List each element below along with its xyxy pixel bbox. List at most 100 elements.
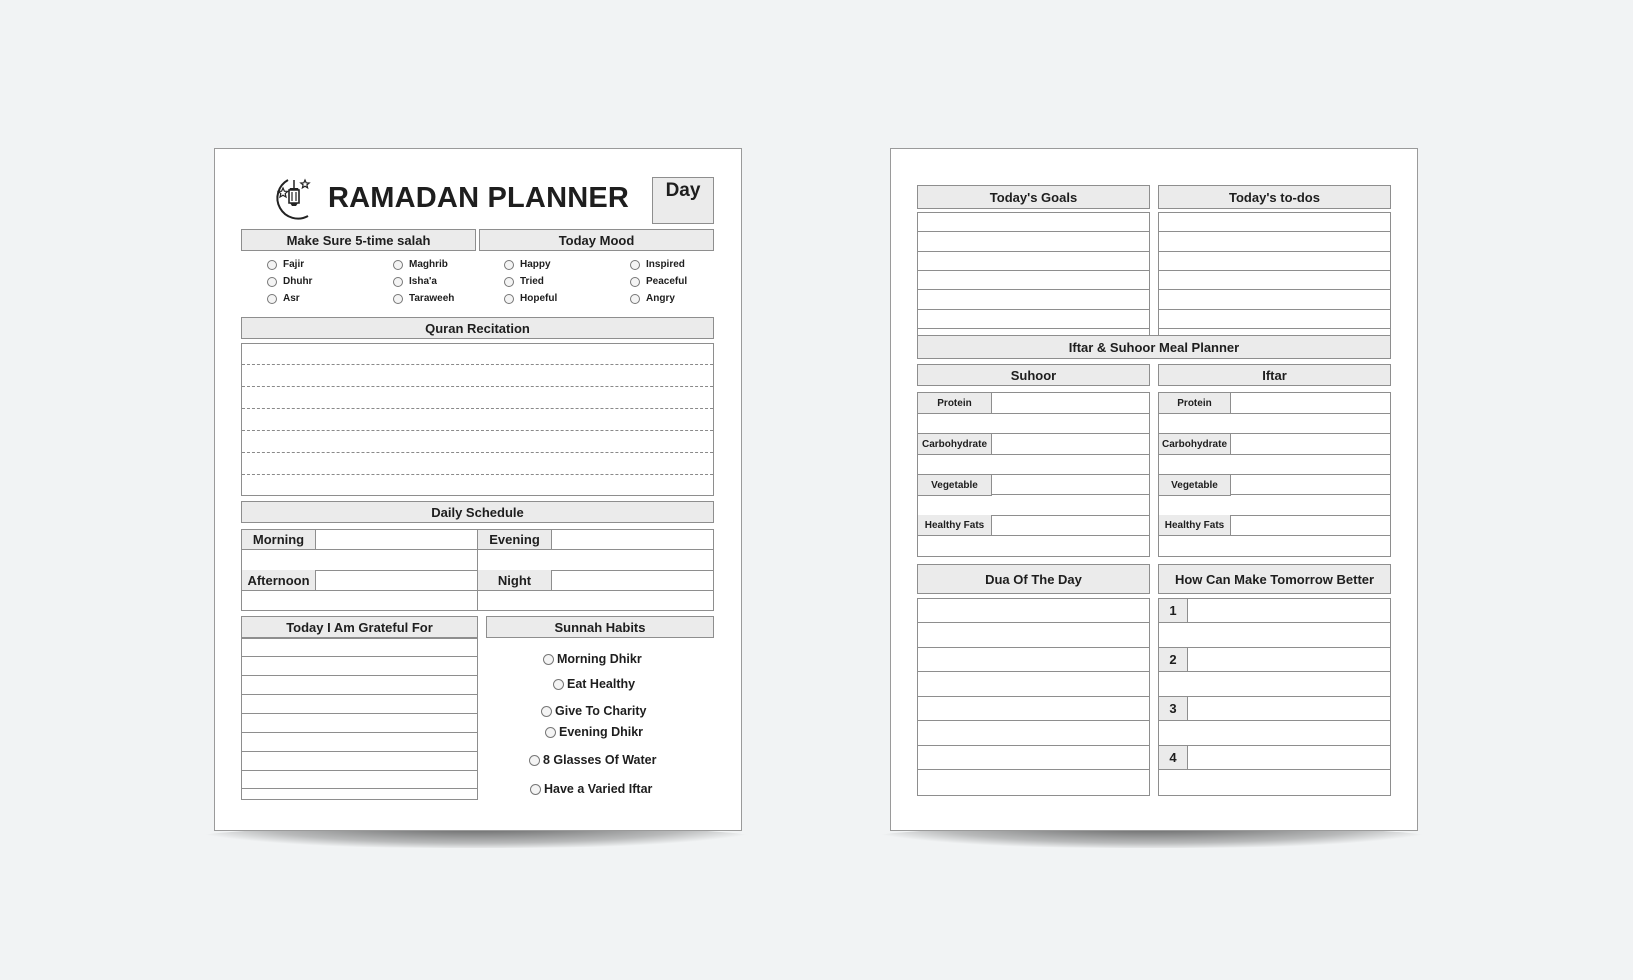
row-line bbox=[242, 751, 477, 752]
suhoor-label-carbohydrate: Carbohydrate bbox=[918, 434, 992, 455]
dashed-line bbox=[242, 408, 713, 409]
tomorrow-number-4: 4 bbox=[1159, 746, 1188, 770]
row-line bbox=[1159, 231, 1390, 232]
mood-option-hopeful[interactable]: Hopeful bbox=[504, 293, 557, 304]
iftar-label-carbohydrate: Carbohydrate bbox=[1159, 434, 1231, 455]
radio-button[interactable] bbox=[267, 259, 277, 270]
row-line bbox=[242, 656, 477, 657]
salah-option-ishaa[interactable]: Isha'a bbox=[393, 276, 437, 287]
radio-button[interactable] bbox=[504, 276, 514, 287]
grateful-header: Today I Am Grateful For bbox=[241, 616, 478, 638]
habit-eat-healthy[interactable]: Eat Healthy bbox=[553, 677, 635, 691]
row-line bbox=[1159, 720, 1390, 721]
iftar-label-healthy-fats: Healthy Fats bbox=[1159, 515, 1231, 536]
iftar-label-vegetable: Vegetable bbox=[1159, 475, 1231, 496]
suhoor-label-vegetable: Vegetable bbox=[918, 475, 992, 496]
radio-button[interactable] bbox=[541, 705, 552, 717]
tomorrow-number-1: 1 bbox=[1159, 599, 1188, 623]
row-line bbox=[242, 675, 477, 676]
suhoor-table: Protein Carbohydrate Vegetable Healthy F… bbox=[917, 392, 1150, 557]
row-line bbox=[242, 694, 477, 695]
radio-button[interactable] bbox=[553, 678, 564, 690]
row-line bbox=[918, 647, 1149, 648]
row-line bbox=[1159, 289, 1390, 290]
iftar-header: Iftar bbox=[1158, 364, 1391, 386]
mood-option-tried[interactable]: Tried bbox=[504, 276, 544, 287]
row-line bbox=[918, 309, 1149, 310]
habit-water[interactable]: 8 Glasses Of Water bbox=[529, 753, 656, 767]
row-line bbox=[1159, 647, 1390, 648]
meal-planner-header: Iftar & Suhoor Meal Planner bbox=[917, 335, 1391, 359]
tomorrow-header: How Can Make Tomorrow Better bbox=[1158, 564, 1391, 594]
radio-button[interactable] bbox=[393, 293, 403, 304]
row-line bbox=[1159, 671, 1390, 672]
mood-option-angry[interactable]: Angry bbox=[630, 293, 675, 304]
iftar-table: Protein Carbohydrate Vegetable Healthy F… bbox=[1158, 392, 1391, 557]
row-line bbox=[918, 289, 1149, 290]
planner-page-left: RAMADAN PLANNER Day Make Sure 5-time sal… bbox=[214, 148, 742, 831]
radio-button[interactable] bbox=[267, 276, 277, 287]
todos-header: Today's to-dos bbox=[1158, 185, 1391, 209]
radio-button[interactable] bbox=[543, 653, 554, 665]
radio-button[interactable] bbox=[630, 293, 640, 304]
mood-option-peaceful[interactable]: Peaceful bbox=[630, 276, 687, 287]
quran-writing-area[interactable] bbox=[241, 343, 714, 496]
mood-option-happy[interactable]: Happy bbox=[504, 259, 551, 270]
salah-option-fajir[interactable]: Fajir bbox=[267, 259, 304, 270]
row-line bbox=[1159, 622, 1390, 623]
schedule-label-evening: Evening bbox=[478, 530, 552, 550]
mood-option-inspired[interactable]: Inspired bbox=[630, 259, 685, 270]
dua-writing-area[interactable] bbox=[917, 598, 1150, 796]
suhoor-label-protein: Protein bbox=[918, 393, 992, 414]
salah-option-maghrib[interactable]: Maghrib bbox=[393, 259, 448, 270]
schedule-header: Daily Schedule bbox=[241, 501, 714, 523]
row-line bbox=[1159, 696, 1390, 697]
salah-option-asr[interactable]: Asr bbox=[267, 293, 300, 304]
salah-option-taraweeh[interactable]: Taraweeh bbox=[393, 293, 454, 304]
mood-header: Today Mood bbox=[479, 229, 714, 251]
day-label: Day bbox=[665, 180, 701, 201]
radio-button[interactable] bbox=[530, 783, 541, 795]
row-line bbox=[1159, 769, 1390, 770]
habit-morning-dhikr[interactable]: Morning Dhikr bbox=[543, 652, 642, 666]
radio-button[interactable] bbox=[630, 259, 640, 270]
day-field[interactable]: Day bbox=[652, 177, 714, 224]
dashed-line bbox=[242, 364, 713, 365]
habit-varied-iftar[interactable]: Have a Varied Iftar bbox=[530, 782, 652, 796]
row-line bbox=[918, 231, 1149, 232]
dua-header: Dua Of The Day bbox=[917, 564, 1150, 594]
suhoor-label-healthy-fats: Healthy Fats bbox=[918, 515, 992, 536]
row-line bbox=[242, 713, 477, 714]
radio-button[interactable] bbox=[545, 726, 556, 738]
radio-button[interactable] bbox=[393, 276, 403, 287]
radio-button[interactable] bbox=[504, 293, 514, 304]
tomorrow-number-2: 2 bbox=[1159, 648, 1188, 672]
dashed-line bbox=[242, 430, 713, 431]
row-line bbox=[918, 745, 1149, 746]
habit-give-to-charity[interactable]: Give To Charity bbox=[541, 704, 646, 718]
quran-header: Quran Recitation bbox=[241, 317, 714, 339]
planner-page-right: Today's Goals Today's to-dos Iftar & Suh… bbox=[890, 148, 1418, 831]
tomorrow-number-3: 3 bbox=[1159, 697, 1188, 721]
row-line bbox=[1159, 251, 1390, 252]
row-line bbox=[918, 696, 1149, 697]
grateful-writing-area[interactable] bbox=[241, 638, 478, 800]
row-line bbox=[1159, 328, 1390, 329]
crescent-moon-lantern-icon bbox=[268, 176, 312, 222]
habit-evening-dhikr[interactable]: Evening Dhikr bbox=[545, 725, 643, 739]
row-line bbox=[242, 788, 477, 789]
row-line bbox=[1159, 270, 1390, 271]
row-line bbox=[918, 622, 1149, 623]
radio-button[interactable] bbox=[393, 259, 403, 270]
row-line bbox=[242, 770, 477, 771]
tomorrow-list[interactable]: 1 2 3 4 bbox=[1158, 598, 1391, 796]
salah-option-dhuhr[interactable]: Dhuhr bbox=[267, 276, 312, 287]
radio-button[interactable] bbox=[529, 754, 540, 766]
page-title: RAMADAN PLANNER bbox=[328, 182, 630, 214]
dashed-line bbox=[242, 452, 713, 453]
radio-button[interactable] bbox=[630, 276, 640, 287]
radio-button[interactable] bbox=[504, 259, 514, 270]
row-line bbox=[242, 732, 477, 733]
radio-button[interactable] bbox=[267, 293, 277, 304]
suhoor-header: Suhoor bbox=[917, 364, 1150, 386]
